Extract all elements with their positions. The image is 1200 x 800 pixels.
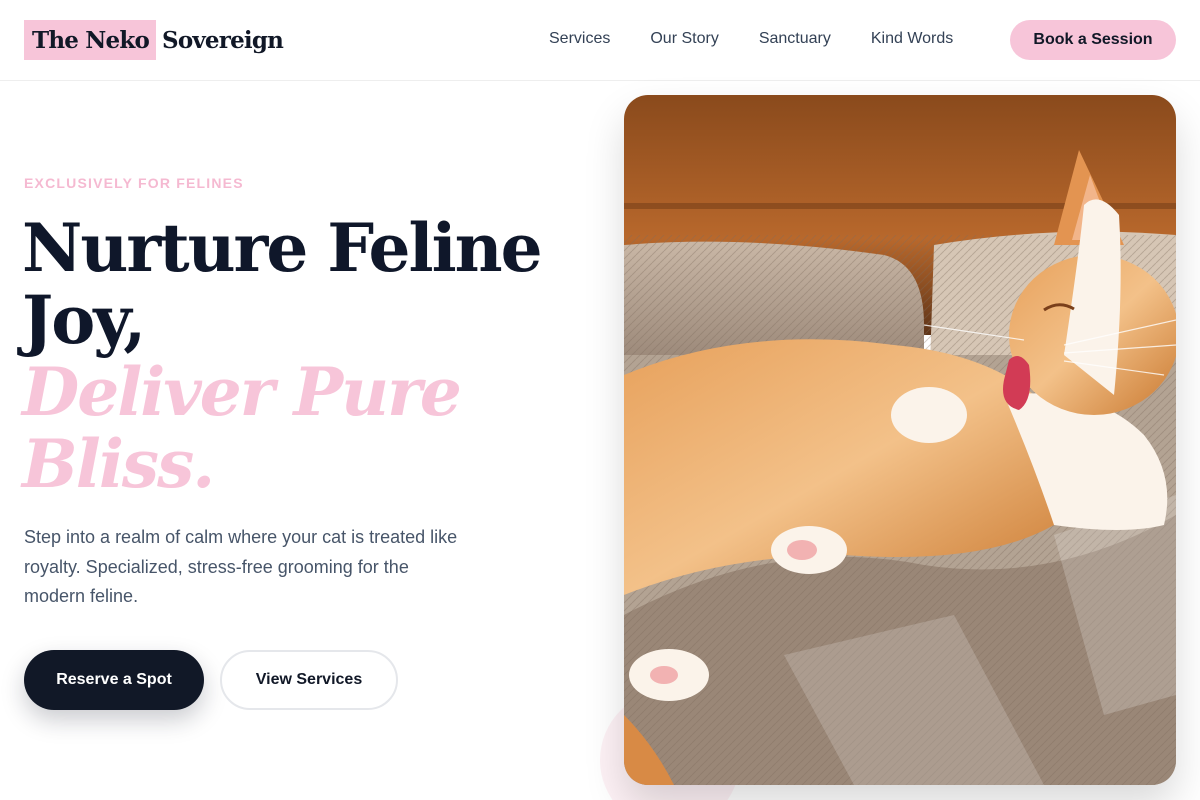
- nav-link-our-story[interactable]: Our Story: [650, 28, 718, 50]
- view-services-button[interactable]: View Services: [220, 650, 398, 710]
- hero-headline: Nurture Feline Joy, Deliver Pure Bliss.: [22, 212, 562, 500]
- headline-accent-line-1: Deliver Pure: [22, 353, 462, 431]
- hero-eyebrow: EXCLUSIVELY FOR FELINES: [24, 175, 244, 191]
- cat-illustration: [624, 95, 1176, 785]
- headline-line-1: Nurture Feline: [22, 209, 543, 287]
- brand-name-rest: Sovereign: [162, 26, 284, 54]
- headline-accent-line-2: Bliss.: [22, 425, 215, 503]
- reserve-spot-button[interactable]: Reserve a Spot: [24, 650, 204, 710]
- cat-photo: [624, 95, 1176, 785]
- nav-link-kind-words[interactable]: Kind Words: [871, 28, 953, 50]
- headline-line-2: Joy,: [22, 281, 146, 359]
- book-session-button[interactable]: Book a Session: [1010, 20, 1176, 60]
- brand-logo[interactable]: The Neko Sovereign: [24, 20, 284, 60]
- brand-name-highlight: The Neko: [24, 20, 157, 60]
- nav-link-sanctuary[interactable]: Sanctuary: [759, 28, 831, 50]
- hero-subtext: Step into a realm of calm where your cat…: [24, 527, 458, 606]
- nav-link-services[interactable]: Services: [549, 28, 610, 50]
- nav-links: Services Our Story Sanctuary Kind Words: [549, 28, 993, 50]
- top-navigation: The Neko Sovereign Services Our Story Sa…: [0, 0, 1200, 81]
